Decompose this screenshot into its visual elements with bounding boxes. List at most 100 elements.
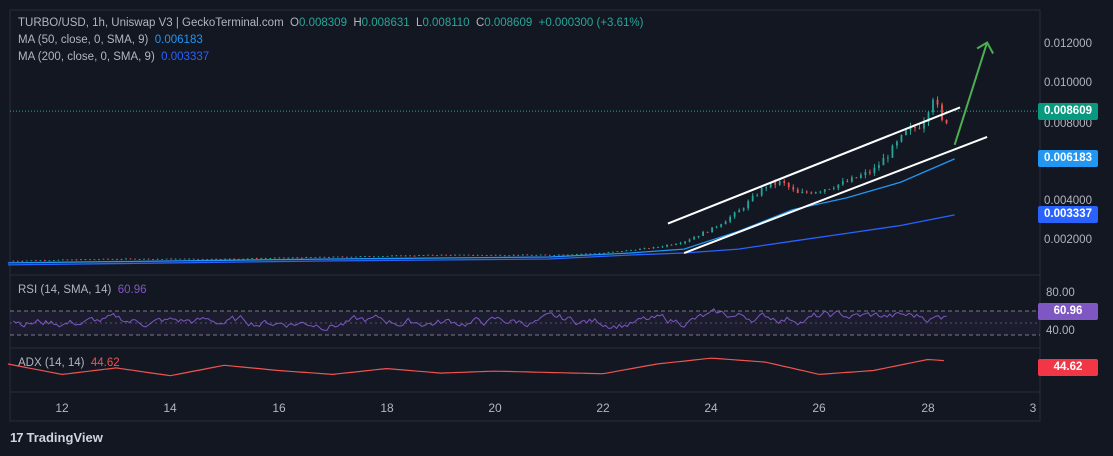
candle-body (936, 99, 939, 105)
candle-body (188, 258, 191, 260)
candle-body (643, 248, 646, 249)
candle-body (801, 191, 804, 194)
candle-body (264, 258, 267, 260)
candle-body (21, 260, 24, 262)
candle-body (400, 255, 402, 257)
candle-body (693, 237, 695, 240)
candle-body (98, 259, 100, 261)
chart-background (0, 0, 1113, 456)
ma50-label: MA (50, close, 0, SMA, 9) (18, 34, 149, 46)
price-tick-label: 0.002000 (1044, 234, 1092, 246)
adx-legend[interactable]: ADX (14, 14) 44.62 (18, 357, 120, 369)
candle-body (508, 255, 511, 257)
rsi-legend[interactable]: RSI (14, SMA, 14) 60.96 (18, 284, 146, 296)
candle-body (337, 256, 339, 258)
candle-body (661, 246, 664, 248)
candle-body (905, 130, 907, 135)
candle-body (332, 256, 335, 258)
candle-body (134, 258, 136, 260)
candle-body (210, 258, 213, 260)
candle-body (39, 260, 42, 262)
candle-body (512, 254, 515, 256)
legend-ma50-row[interactable]: MA (50, close, 0, SMA, 9) 0.006183 (18, 34, 203, 46)
candle-body (107, 258, 109, 260)
rsi-pane (10, 307, 1040, 336)
candle-body (52, 260, 55, 262)
candle-body (580, 253, 583, 255)
candle-body (575, 254, 578, 255)
candle-body (291, 257, 294, 259)
tradingview-logo[interactable]: 17 TradingView (10, 430, 103, 445)
candle-body (156, 258, 159, 260)
candle-body (350, 256, 353, 258)
candle-body (526, 254, 529, 256)
candle-body (787, 182, 790, 188)
candle-body (57, 259, 60, 261)
candle-body (666, 244, 668, 247)
candle-body (445, 254, 448, 256)
adx-value-tag: 44.62 (1038, 359, 1098, 376)
candle-body (314, 257, 317, 259)
candle-body (422, 255, 425, 256)
legend-symbol-row: TURBO/USD, 1h, Uniswap V3 | GeckoTermina… (18, 17, 643, 29)
candle-body (463, 254, 466, 256)
candle-body (305, 257, 308, 258)
candle-body (382, 256, 384, 257)
candle-body (246, 258, 249, 260)
legend-ma200-row[interactable]: MA (200, close, 0, SMA, 9) 0.003337 (18, 51, 209, 63)
candle-body (589, 253, 592, 255)
candle-body (359, 256, 362, 258)
candle-body (120, 259, 123, 260)
candle-body (648, 248, 650, 249)
candle-body (756, 195, 759, 197)
time-tick-label: 20 (488, 401, 502, 415)
candle-body (923, 122, 925, 129)
candle-body (66, 259, 69, 261)
ma50-price-tag: 0.006183 (1038, 150, 1098, 167)
chart-canvas[interactable] (0, 0, 1113, 456)
candle-body (864, 172, 867, 176)
candle-body (377, 256, 380, 258)
low-value: 0.008110 (422, 17, 470, 29)
candle-body (855, 177, 858, 179)
candle-body (43, 260, 46, 262)
candle-body (278, 257, 281, 259)
price-tick-label: 0.012000 (1044, 38, 1092, 50)
candle-body (819, 191, 822, 193)
candle-body (846, 181, 849, 183)
candle-body (116, 259, 118, 260)
open-label: O (290, 17, 299, 29)
candle-body (458, 254, 461, 256)
candle-body (639, 248, 641, 250)
candle-body (233, 258, 236, 260)
rsi-tick-label: 80.00 (1046, 287, 1075, 299)
candle-body (548, 254, 551, 256)
candle-body (183, 258, 186, 260)
candle-body (494, 254, 497, 256)
candle-body (720, 224, 723, 227)
candle-body (192, 258, 195, 260)
candle-body (129, 258, 132, 260)
candle-body (224, 258, 227, 260)
candle-body (499, 254, 502, 256)
candle-body (228, 258, 231, 260)
candle-body (309, 257, 312, 258)
candle-body (111, 259, 114, 260)
rsi-value-tag: 60.96 (1038, 303, 1098, 320)
candle-body (765, 187, 768, 189)
candle-body (832, 188, 835, 189)
candle-body (373, 256, 375, 258)
time-tick-label: 26 (812, 401, 826, 415)
rsi-label: RSI (14, SMA, 14) (18, 284, 112, 296)
candle-body (282, 257, 285, 259)
candle-body (584, 253, 587, 255)
rsi-tick-label: 40.00 (1046, 325, 1075, 337)
candle-body (729, 216, 732, 222)
candle-body (774, 182, 777, 185)
candle-body (80, 259, 82, 261)
candle-body (688, 239, 691, 242)
candle-body (368, 256, 371, 257)
candle-body (553, 255, 556, 256)
candle-body (364, 256, 366, 257)
candle-body (634, 249, 637, 251)
